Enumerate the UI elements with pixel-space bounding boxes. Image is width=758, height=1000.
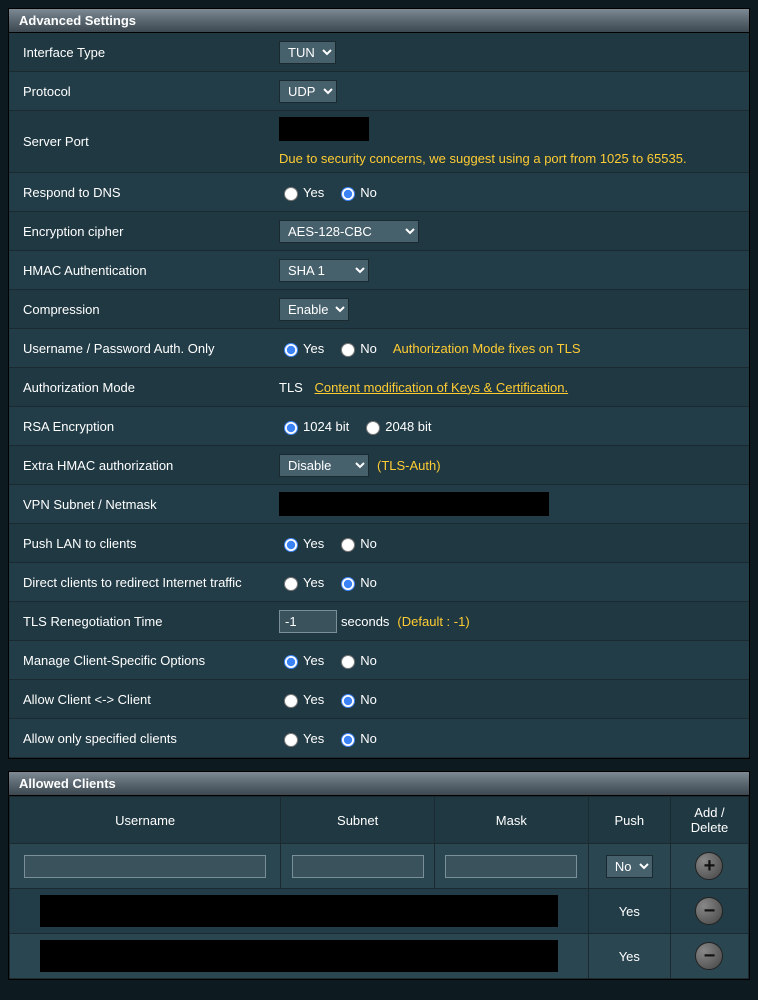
redacted-row-2: [40, 940, 558, 972]
new-subnet-input[interactable]: [292, 855, 424, 878]
allow-cc-no[interactable]: [341, 694, 355, 708]
respond-dns-label: Respond to DNS: [9, 175, 269, 210]
push-lan-no[interactable]: [341, 538, 355, 552]
upw-no[interactable]: [341, 343, 355, 357]
delete-icon[interactable]: −: [695, 897, 723, 925]
new-mask-input[interactable]: [445, 855, 577, 878]
interface-type-label: Interface Type: [9, 35, 269, 70]
respond-dns-yes[interactable]: [284, 187, 298, 201]
advanced-settings-header: Advanced Settings: [9, 9, 749, 33]
hmac-label: HMAC Authentication: [9, 253, 269, 288]
hmac-select[interactable]: SHA 1: [279, 259, 369, 282]
server-port-label: Server Port: [9, 124, 269, 159]
cipher-select[interactable]: AES-128-CBC: [279, 220, 419, 243]
extra-hmac-select[interactable]: Disable: [279, 454, 369, 477]
manage-cs-yes[interactable]: [284, 655, 298, 669]
auth-mode-prefix: TLS: [279, 380, 303, 395]
allowed-clients-header: Allowed Clients: [9, 772, 749, 796]
allow-cc-label: Allow Client <-> Client: [9, 682, 269, 717]
rsa-1024[interactable]: [284, 421, 298, 435]
upw-note: Authorization Mode fixes on TLS: [393, 341, 581, 356]
server-port-note: Due to security concerns, we suggest usi…: [279, 151, 739, 166]
respond-dns-no[interactable]: [341, 187, 355, 201]
th-subnet: Subnet: [281, 797, 435, 844]
manage-cs-label: Manage Client-Specific Options: [9, 643, 269, 678]
tls-reneg-note: (Default : -1): [397, 614, 469, 629]
protocol-select[interactable]: UDP: [279, 80, 337, 103]
rsa-label: RSA Encryption: [9, 409, 269, 444]
cipher-label: Encryption cipher: [9, 214, 269, 249]
tls-reneg-label: TLS Renegotiation Time: [9, 604, 269, 639]
interface-type-select[interactable]: TUN: [279, 41, 336, 64]
auth-mode-label: Authorization Mode: [9, 370, 269, 405]
vpn-subnet-input[interactable]: [279, 492, 549, 516]
push-lan-label: Push LAN to clients: [9, 526, 269, 561]
allowed-clients-panel: Allowed Clients Username Subnet Mask Pus…: [8, 771, 750, 980]
allowed-clients-table: Username Subnet Mask Push Add / Delete N…: [9, 796, 749, 979]
add-icon[interactable]: +: [695, 852, 723, 880]
redirect-label: Direct clients to redirect Internet traf…: [9, 565, 269, 600]
redacted-row-1: [40, 895, 558, 927]
upw-yes[interactable]: [284, 343, 298, 357]
allow-cc-yes[interactable]: [284, 694, 298, 708]
tls-reneg-input[interactable]: [279, 610, 337, 633]
allow-spec-yes[interactable]: [284, 733, 298, 747]
new-push-select[interactable]: No: [606, 855, 653, 878]
th-add-delete: Add / Delete: [670, 797, 748, 844]
delete-icon[interactable]: −: [695, 942, 723, 970]
redirect-no[interactable]: [341, 577, 355, 591]
allow-spec-label: Allow only specified clients: [9, 721, 269, 756]
th-push: Push: [588, 797, 670, 844]
table-row: Yes −: [10, 934, 749, 979]
compression-select[interactable]: Enable: [279, 298, 349, 321]
table-row: Yes −: [10, 889, 749, 934]
rsa-2048[interactable]: [366, 421, 380, 435]
row-push-value: Yes: [588, 934, 670, 979]
manage-cs-no[interactable]: [341, 655, 355, 669]
extra-hmac-note: (TLS-Auth): [377, 458, 441, 473]
upw-label: Username / Password Auth. Only: [9, 331, 269, 366]
th-username: Username: [10, 797, 281, 844]
compression-label: Compression: [9, 292, 269, 327]
row-push-value: Yes: [588, 889, 670, 934]
new-username-input[interactable]: [24, 855, 266, 878]
auth-mode-link[interactable]: Content modification of Keys & Certifica…: [314, 380, 568, 395]
redirect-yes[interactable]: [284, 577, 298, 591]
push-lan-yes[interactable]: [284, 538, 298, 552]
allow-spec-no[interactable]: [341, 733, 355, 747]
server-port-input[interactable]: [279, 117, 369, 141]
tls-reneg-unit: seconds: [341, 614, 389, 629]
vpn-subnet-label: VPN Subnet / Netmask: [9, 487, 269, 522]
th-mask: Mask: [434, 797, 588, 844]
protocol-label: Protocol: [9, 74, 269, 109]
extra-hmac-label: Extra HMAC authorization: [9, 448, 269, 483]
advanced-settings-panel: Advanced Settings Interface Type TUN Pro…: [8, 8, 750, 759]
